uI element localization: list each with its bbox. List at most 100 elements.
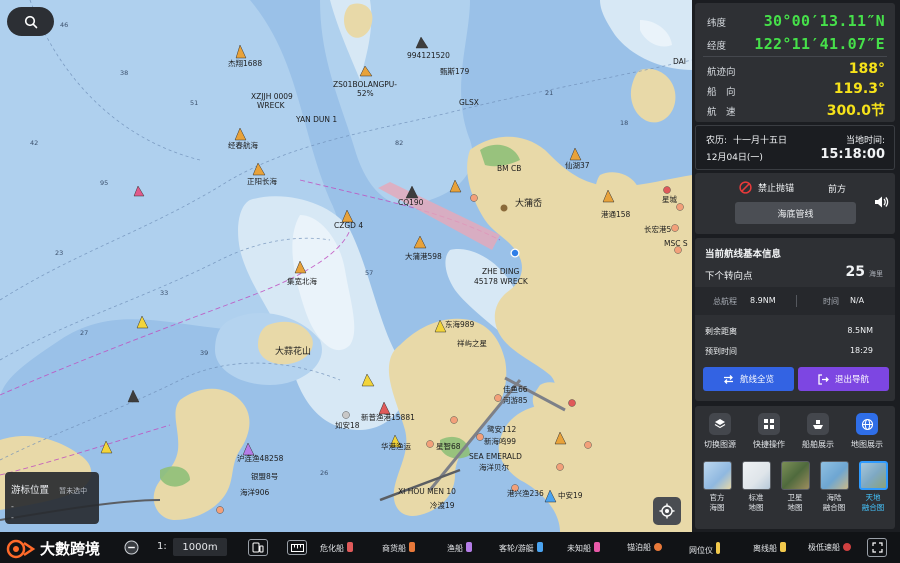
quick-actions-tool[interactable]: 快捷操作 — [747, 413, 791, 450]
remaining-distance-label: 剩余距离 — [705, 327, 737, 336]
ahead-label: 前方 — [828, 185, 847, 195]
map-label[interactable]: 海洋贝尔 — [479, 464, 509, 472]
device-toggle-button[interactable] — [248, 539, 268, 556]
chart-plotter-app: 46 38 42 95 51 23 33 27 39 57 82 21 18 2… — [0, 0, 900, 563]
map-label[interactable]: 河游85 — [503, 397, 528, 405]
fishing-ship-icon — [466, 542, 472, 552]
divider — [703, 56, 887, 57]
map-label[interactable]: 东海989 — [445, 321, 474, 329]
map-label[interactable]: ZS01BOLANGPU- — [333, 81, 397, 89]
ship-display-tool[interactable]: 船舶展示 — [796, 413, 840, 450]
map-label[interactable]: XZJJH 0009 — [251, 93, 293, 101]
map-label[interactable]: 佳鱼66 — [503, 386, 528, 394]
route-overview-button[interactable]: 航线全览 — [703, 367, 794, 391]
nautical-chart-map[interactable]: 46 38 42 95 51 23 33 27 39 57 82 21 18 2… — [0, 0, 692, 532]
legend-anchored-ship[interactable]: 锚泊船 — [627, 542, 662, 553]
no-anchor-icon — [739, 181, 752, 194]
map-label[interactable]: CQ190 — [398, 199, 423, 207]
map-label[interactable]: 大蒜花山 — [275, 348, 311, 357]
map-style-satellite[interactable]: 卫星 地图 — [779, 461, 811, 513]
legend-slow-ship[interactable]: 极低速船 — [808, 542, 851, 553]
map-label[interactable]: 45178 WRECK — [474, 278, 528, 286]
map-label[interactable]: 港兴渔236 — [507, 490, 544, 498]
cursor-position-lat: - — [11, 502, 14, 511]
map-label[interactable]: 鹭安112 — [487, 426, 516, 434]
map-label[interactable]: ZHE DING — [482, 268, 519, 276]
map-style-label: 海图 — [709, 503, 725, 512]
map-label[interactable]: 仙湖37 — [565, 162, 590, 170]
grid-icon — [758, 413, 780, 435]
map-display-tool[interactable]: 地图展示 — [845, 413, 889, 450]
remaining-distance-value: 8.5NM — [847, 326, 873, 335]
map-label[interactable]: 星城 — [662, 196, 677, 204]
map-label[interactable]: 大蒲岙 — [515, 200, 542, 209]
legend-unknown-ship[interactable]: 未知船 — [567, 542, 600, 554]
fullscreen-button[interactable] — [867, 538, 887, 557]
map-label[interactable]: 银盟8号 — [251, 473, 278, 481]
latitude-label: 纬度 — [707, 18, 727, 29]
speaker-icon[interactable] — [873, 194, 889, 210]
map-label[interactable]: 52% — [357, 90, 374, 98]
map-label[interactable]: BM CB — [497, 165, 521, 173]
map-label[interactable]: 华港渔运 — [381, 443, 411, 451]
map-label[interactable]: MSC S — [664, 240, 688, 248]
legend-passenger-ship[interactable]: 客轮/游艇 — [499, 542, 543, 554]
legend-hazardous-ship[interactable]: 危化船 — [320, 542, 353, 554]
map-label[interactable]: XI HOU MEN 10 — [398, 488, 456, 496]
pipeline-tag[interactable]: 海底管线 — [735, 202, 856, 224]
map-style-standard[interactable]: 标准 地图 — [740, 461, 772, 513]
map-label[interactable]: GLSX — [459, 99, 479, 107]
map-label[interactable]: YAN DUN 1 — [296, 116, 337, 124]
map-label[interactable]: 中安19 — [558, 492, 583, 500]
legend-net-buoy[interactable]: 网位仪 — [689, 542, 720, 556]
map-label[interactable]: 集宽北海 — [287, 278, 317, 286]
exit-navigation-button[interactable]: 退出导航 — [798, 367, 889, 391]
map-label[interactable]: 经春航海 — [228, 142, 258, 150]
map-label[interactable]: 994121520 — [407, 52, 450, 60]
locate-button[interactable] — [653, 497, 681, 525]
depth-sounding: 26 — [320, 469, 329, 477]
cursor-position-panel: 游标位置 暂未选中 - - — [5, 472, 99, 524]
map-label[interactable]: 港通158 — [601, 211, 630, 219]
pipeline-label: 海底管线 — [777, 209, 814, 220]
legend-offline-ship[interactable]: 离线船 — [753, 542, 786, 554]
map-label[interactable]: DAI — [673, 58, 686, 66]
map-search-button[interactable] — [7, 7, 54, 36]
map-label[interactable]: 大蒲港598 — [405, 253, 442, 261]
map-label[interactable]: 新普渔港15881 — [361, 414, 415, 422]
map-style-sea-land[interactable]: 海陆 融合图 — [818, 461, 850, 513]
map-label[interactable]: WRECK — [257, 102, 285, 110]
map-label[interactable]: 冷渡19 — [430, 502, 455, 510]
passenger-ship-icon — [536, 542, 543, 552]
legend-fishing-ship[interactable]: 渔船 — [447, 542, 472, 554]
ruler-button[interactable] — [287, 540, 307, 555]
slow-ship-icon — [843, 543, 851, 551]
legend-label: 极低速船 — [808, 543, 840, 552]
map-label[interactable]: 祥屿之星 — [457, 340, 487, 348]
depth-sounding: 27 — [80, 329, 89, 337]
legend-cargo-ship[interactable]: 商货船 — [382, 542, 415, 554]
eta-label: 预到时间 — [705, 347, 737, 356]
legend-label: 未知船 — [567, 544, 591, 553]
map-label[interactable]: 如安18 — [335, 422, 360, 430]
scale-value[interactable]: 1000m — [173, 538, 227, 556]
map-label[interactable]: CZGD 4 — [334, 222, 363, 230]
map-label[interactable]: 杰翔1688 — [228, 60, 262, 68]
zoom-out-button[interactable] — [124, 540, 139, 555]
legend-label: 客轮/游艇 — [499, 544, 534, 553]
map-label[interactable]: 海洋906 — [240, 489, 269, 497]
map-style-official-chart[interactable]: 官方 海图 — [701, 461, 733, 513]
switch-source-tool[interactable]: 切换图源 — [698, 413, 742, 450]
map-label[interactable]: 沪连渔48258 — [237, 455, 283, 463]
map-label[interactable]: 星智68 — [436, 443, 461, 451]
ship-icon — [807, 413, 829, 435]
map-label[interactable]: 长宏港5 — [644, 226, 671, 234]
map-label[interactable]: 正阳长海 — [247, 178, 277, 186]
cursor-position-lon: - — [11, 513, 14, 522]
map-label[interactable]: 新海鸣99 — [484, 438, 516, 446]
map-style-sky-land[interactable]: 天地 融合图 — [857, 461, 889, 513]
map-label[interactable]: 甄斯179 — [440, 68, 469, 76]
depth-sounding: 18 — [620, 119, 629, 127]
route-swap-icon — [723, 374, 733, 384]
map-label[interactable]: SEA EMERALD — [469, 453, 522, 461]
